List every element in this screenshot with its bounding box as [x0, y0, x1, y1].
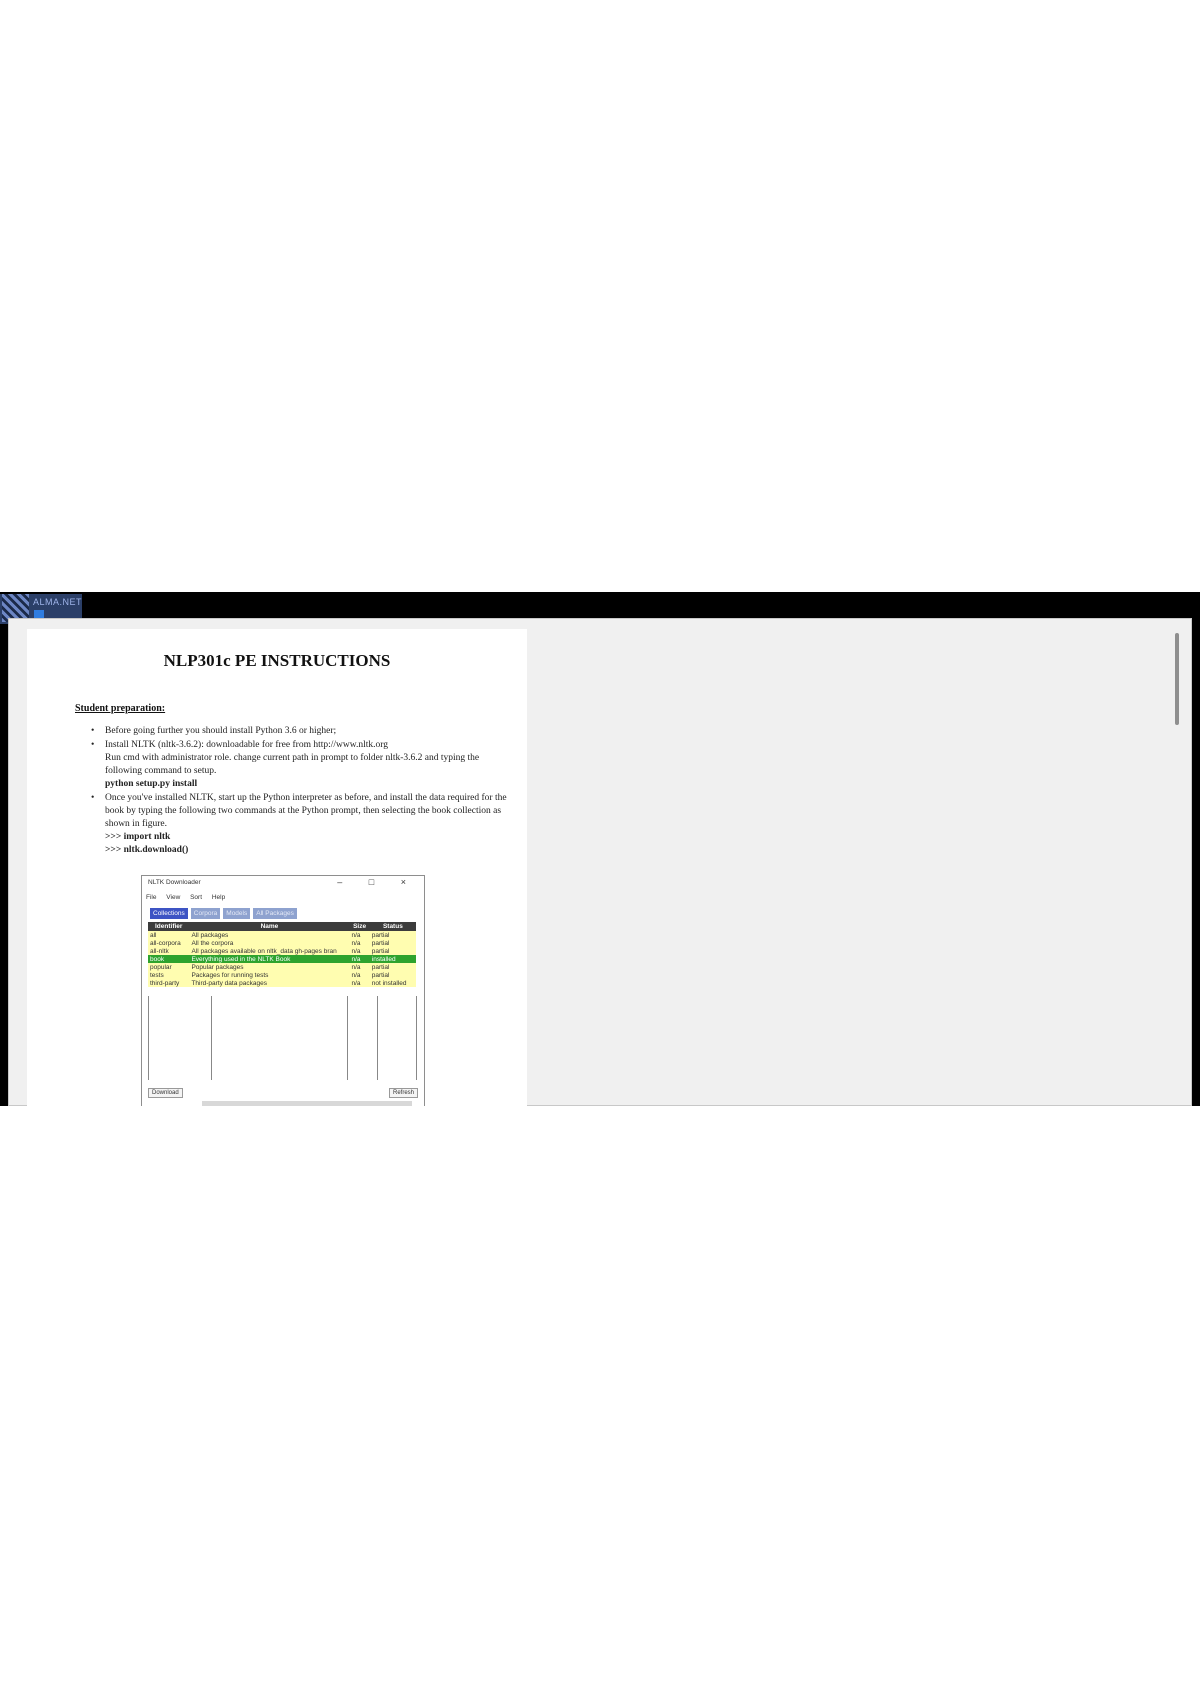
- cell: Third-party data packages: [189, 979, 350, 987]
- document-page: NLP301c PE INSTRUCTIONS Student preparat…: [27, 629, 527, 1106]
- window-controls: – □ ×: [337, 877, 418, 887]
- code-line: python setup.py install: [105, 779, 198, 789]
- bullet-text: Once you've installed NLTK, start up the…: [105, 793, 507, 829]
- bullet-icon: •: [91, 726, 95, 736]
- cell: n/a: [349, 931, 370, 939]
- column-header: Name: [189, 922, 350, 931]
- list-item: • Before going further you should instal…: [91, 725, 511, 738]
- cell: all-nltk: [148, 947, 190, 955]
- bullet-icon: •: [91, 740, 95, 750]
- menu-item: View: [166, 894, 181, 901]
- cell: All packages: [189, 931, 350, 939]
- cell: partial: [369, 947, 416, 955]
- tab-bar: Collections Corpora Models All Packages: [150, 908, 297, 919]
- bullet-text: Install NLTK (nltk-3.6.2): downloadable …: [105, 740, 389, 750]
- bullet-icon: •: [91, 793, 95, 803]
- cell: Packages for running tests: [189, 971, 350, 979]
- cell: popular: [148, 963, 190, 971]
- cell: Popular packages: [189, 963, 350, 971]
- cell: n/a: [349, 979, 370, 987]
- table-row: all-corpora All the corpora n/a partial: [148, 939, 416, 947]
- cell: n/a: [349, 955, 370, 963]
- nltk-downloader-figure: NLTK Downloader – □ × File View Sort Hel…: [141, 875, 425, 1106]
- window-title: NLTK Downloader: [148, 879, 201, 886]
- menu-bar: File View Sort Help: [146, 894, 233, 901]
- list-item: • Install NLTK (nltk-3.6.2): downloadabl…: [91, 739, 511, 791]
- table-row: tests Packages for running tests n/a par…: [148, 971, 416, 979]
- table-row-selected: book Everything used in the NLTK Book n/…: [148, 955, 416, 963]
- status-strip: [202, 1101, 412, 1106]
- cell: partial: [369, 971, 416, 979]
- vertical-scrollbar[interactable]: [1175, 633, 1179, 725]
- menu-item: Help: [211, 894, 226, 901]
- bullet-note: Run cmd with administrator role. change …: [105, 753, 480, 776]
- logo-text: ALMA.NET: [32, 597, 82, 607]
- code-line: >>> import nltk: [105, 832, 171, 842]
- table-empty-area: [148, 996, 417, 1080]
- packages-table: Identifier Name Size Status all All pack…: [148, 922, 416, 987]
- tab-corpora: Corpora: [190, 908, 221, 919]
- cell: tests: [148, 971, 190, 979]
- cell: n/a: [349, 963, 370, 971]
- cell: partial: [369, 963, 416, 971]
- cell: installed: [369, 955, 416, 963]
- section-heading: Student preparation:: [75, 703, 166, 714]
- column-header: Identifier: [148, 922, 190, 931]
- table-row: popular Popular packages n/a partial: [148, 963, 416, 971]
- screen: ALMA.NET NLP301c PE INSTRUCTIONS Student…: [0, 592, 1200, 1106]
- menu-item: File: [146, 894, 157, 901]
- column-divider: [377, 996, 378, 1080]
- column-header: Size: [349, 922, 370, 931]
- cell: All packages available on nltk_data gh-p…: [189, 947, 350, 955]
- cell: all: [148, 931, 190, 939]
- cell: Everything used in the NLTK Book: [189, 955, 350, 963]
- cell: not installed: [369, 979, 416, 987]
- cell: n/a: [349, 939, 370, 947]
- cell: third-party: [148, 979, 190, 987]
- list-item: • Once you've installed NLTK, start up t…: [91, 792, 511, 857]
- menu-item: Sort: [190, 894, 203, 901]
- cell: partial: [369, 931, 416, 939]
- cell: n/a: [349, 971, 370, 979]
- refresh-button: Refresh: [388, 1088, 418, 1098]
- column-divider: [347, 996, 348, 1080]
- instruction-list: • Before going further you should instal…: [91, 725, 511, 858]
- column-header: Status: [369, 922, 416, 931]
- bullet-text: Before going further you should install …: [105, 726, 337, 736]
- cell: All the corpora: [189, 939, 350, 947]
- column-divider: [416, 996, 417, 1080]
- tab-all-packages: All Packages: [253, 908, 297, 919]
- table-row: all-nltk All packages available on nltk_…: [148, 947, 416, 955]
- code-line: >>> nltk.download(): [105, 845, 189, 855]
- document-title: NLP301c PE INSTRUCTIONS: [163, 651, 391, 670]
- tab-collections: Collections: [150, 908, 188, 919]
- tab-models: Models: [223, 908, 251, 919]
- table-row: third-party Third-party data packages n/…: [148, 979, 416, 987]
- cell: n/a: [349, 947, 370, 955]
- cell: partial: [369, 939, 416, 947]
- table-row: all All packages n/a partial: [148, 931, 416, 939]
- document-viewer[interactable]: NLP301c PE INSTRUCTIONS Student preparat…: [8, 618, 1192, 1106]
- download-button: Download: [148, 1088, 183, 1098]
- cell: all-corpora: [148, 939, 190, 947]
- column-divider: [211, 996, 212, 1080]
- cell: book: [148, 955, 190, 963]
